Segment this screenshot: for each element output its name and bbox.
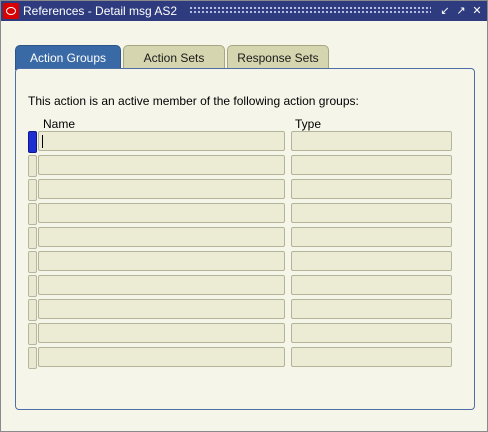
oracle-logo-icon <box>3 3 19 19</box>
title-bar[interactable]: References - Detail msg AS2 ↙ ↗ ✕ <box>1 1 487 21</box>
type-field[interactable] <box>291 227 452 247</box>
references-window: References - Detail msg AS2 ↙ ↗ ✕ Action… <box>0 0 488 432</box>
name-field[interactable] <box>38 155 285 175</box>
column-header-type: Type <box>295 117 322 131</box>
row-indicator[interactable] <box>28 203 37 225</box>
type-field[interactable] <box>291 299 452 319</box>
name-field[interactable] <box>38 323 285 343</box>
type-field[interactable] <box>291 155 452 175</box>
tab-action-groups[interactable]: Action Groups <box>15 45 121 70</box>
name-field[interactable] <box>38 179 285 199</box>
name-field[interactable] <box>38 203 285 223</box>
type-field[interactable] <box>291 179 452 199</box>
row-indicator[interactable] <box>28 179 37 201</box>
column-header-name: Name <box>43 117 76 131</box>
type-field[interactable] <box>291 203 452 223</box>
action-groups-panel: This action is an active member of the f… <box>15 68 475 410</box>
row-indicator[interactable] <box>28 323 37 345</box>
description-text: This action is an active member of the f… <box>28 94 359 108</box>
minimize-icon[interactable]: ↙ <box>438 3 452 18</box>
tab-action-sets[interactable]: Action Sets <box>123 45 225 69</box>
row-indicator[interactable] <box>28 251 37 273</box>
title-bar-pattern <box>189 6 431 15</box>
name-field[interactable] <box>38 251 285 271</box>
name-field[interactable] <box>38 299 285 319</box>
name-field[interactable] <box>38 275 285 295</box>
row-indicator[interactable] <box>28 227 37 249</box>
text-cursor <box>42 135 43 148</box>
maximize-icon[interactable]: ↗ <box>454 3 468 18</box>
tab-response-sets[interactable]: Response Sets <box>227 45 329 69</box>
type-field[interactable] <box>291 275 452 295</box>
type-field[interactable] <box>291 323 452 343</box>
close-icon[interactable]: ✕ <box>470 3 484 18</box>
type-field[interactable] <box>291 251 452 271</box>
name-field[interactable] <box>38 347 285 367</box>
row-indicator[interactable] <box>28 155 37 177</box>
row-indicator[interactable] <box>28 131 37 153</box>
name-field[interactable] <box>38 131 285 151</box>
window-title: References - Detail msg AS2 <box>23 4 178 18</box>
row-indicator[interactable] <box>28 275 37 297</box>
name-field[interactable] <box>38 227 285 247</box>
type-field[interactable] <box>291 347 452 367</box>
row-indicator[interactable] <box>28 347 37 369</box>
type-field[interactable] <box>291 131 452 151</box>
row-indicator[interactable] <box>28 299 37 321</box>
